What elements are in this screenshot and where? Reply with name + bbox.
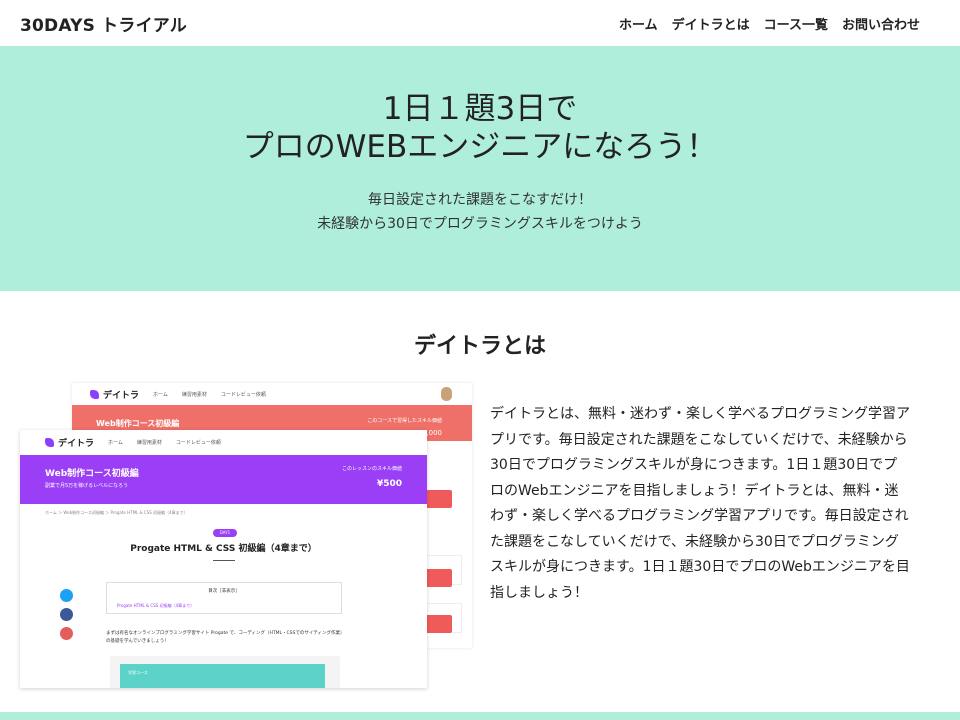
- link-icon: [60, 627, 73, 640]
- screenshot-front-window: デイトラ ホーム 練習用素材 コードレビュー依頼 Web制作コース初級編 副業で…: [20, 430, 427, 688]
- back-banner-title: Web制作コース初級編: [96, 419, 180, 428]
- breadcrumb: ホーム ＞ Web制作コース初級編 ＞ Progate HTML & CSS 初…: [45, 510, 188, 515]
- nav-contact[interactable]: お問い合わせ: [842, 14, 920, 33]
- back-nav-home: ホーム: [153, 391, 168, 398]
- lesson-body-text: まずは有名なオンラインプログラミング学習サイト Progate で、コーディング…: [106, 631, 345, 644]
- toc-heading: 目次［非表示］: [208, 589, 240, 594]
- title-divider: [213, 560, 235, 561]
- front-course-banner: Web制作コース初級編 副業で月5万を稼げるレベルになろう このレッスンのスキル…: [20, 455, 427, 504]
- front-banner-title: Web制作コース初級編: [45, 469, 139, 479]
- hero-subtitle-line-2: 未経験から30日でプログラミングスキルをつけよう: [317, 216, 643, 232]
- front-banner-label: このレッスンのスキル価値: [341, 466, 402, 472]
- course-card-label: 学習コース: [128, 670, 148, 675]
- about-description: デイトラとは、無料・迷わず・楽しく学べるプログラミング学習アプリです。毎日設定さ…: [490, 406, 910, 601]
- hero-subtitle-line-1: 毎日設定された課題をこなすだけ！: [368, 192, 592, 208]
- front-nav-home: ホーム: [108, 440, 123, 446]
- facebook-icon: [60, 608, 73, 621]
- hero-title: 1日１題3日で プロのWEBエンジニアになろう！: [0, 90, 960, 166]
- back-nav-review: コードレビュー依頼: [220, 391, 266, 398]
- about-title: デイトラとは: [413, 334, 546, 359]
- app-screenshot-image: デイトラ ホーム 練習用素材 コードレビュー依頼 Web制作コース初級編 このコ…: [20, 383, 475, 688]
- day-badge: DAY1: [213, 529, 237, 537]
- main-nav: ホーム デイトラとは コース一覧 お問い合わせ: [619, 14, 920, 33]
- nav-courses[interactable]: コース一覧: [764, 14, 828, 33]
- front-banner-subtitle: 副業で月5万を稼げるレベルになろう: [45, 483, 129, 489]
- hero-section: 1日１題3日で プロのWEBエンジニアになろう！ 毎日設定された課題をこなすだけ…: [0, 46, 960, 291]
- table-of-contents: 目次［非表示］ Progate HTML & CSS 初級編（4章まで）: [106, 582, 342, 614]
- front-app-logo: デイトラ: [45, 436, 94, 449]
- nav-home[interactable]: ホーム: [619, 14, 658, 33]
- back-nav-materials: 練習用素材: [181, 391, 207, 398]
- next-section-edge: [0, 712, 960, 720]
- front-banner-price: ¥500: [376, 479, 402, 489]
- lesson-title: Progate HTML & CSS 初級編（4章まで）: [130, 544, 317, 554]
- back-banner-label: このコースで習得したスキル価値: [367, 418, 442, 424]
- hero-title-line-1: 1日１題3日で: [382, 91, 578, 127]
- twitter-icon: [60, 589, 73, 602]
- back-app-logo: デイトラ: [90, 388, 139, 401]
- front-app-logo-text: デイトラ: [58, 439, 95, 449]
- front-nav-review: コードレビュー依頼: [175, 440, 221, 446]
- front-window-header: デイトラ ホーム 練習用素材 コードレビュー依頼: [20, 430, 427, 455]
- daytra-logo-icon: [45, 438, 54, 447]
- site-header: 30DAYS トライアル ホーム デイトラとは コース一覧 お問い合わせ: [0, 0, 960, 46]
- back-app-logo-text: デイトラ: [103, 390, 140, 401]
- course-panel: 学習コース: [110, 656, 340, 688]
- site-logo[interactable]: 30DAYS トライアル: [20, 11, 187, 36]
- avatar: [441, 387, 452, 401]
- nav-about[interactable]: デイトラとは: [672, 14, 750, 33]
- toc-item: Progate HTML & CSS 初級編（4章まで）: [117, 603, 195, 608]
- hero-title-line-2: プロのWEBエンジニアになろう！: [242, 129, 718, 165]
- daytra-logo-icon: [90, 389, 99, 399]
- back-window-header: デイトラ ホーム 練習用素材 コードレビュー依頼: [72, 383, 472, 405]
- front-nav-materials: 練習用素材: [136, 440, 162, 446]
- hero-subtitle: 毎日設定された課題をこなすだけ！ 未経験から30日でプログラミングスキルをつけよ…: [0, 188, 960, 236]
- course-card: 学習コース: [120, 664, 325, 688]
